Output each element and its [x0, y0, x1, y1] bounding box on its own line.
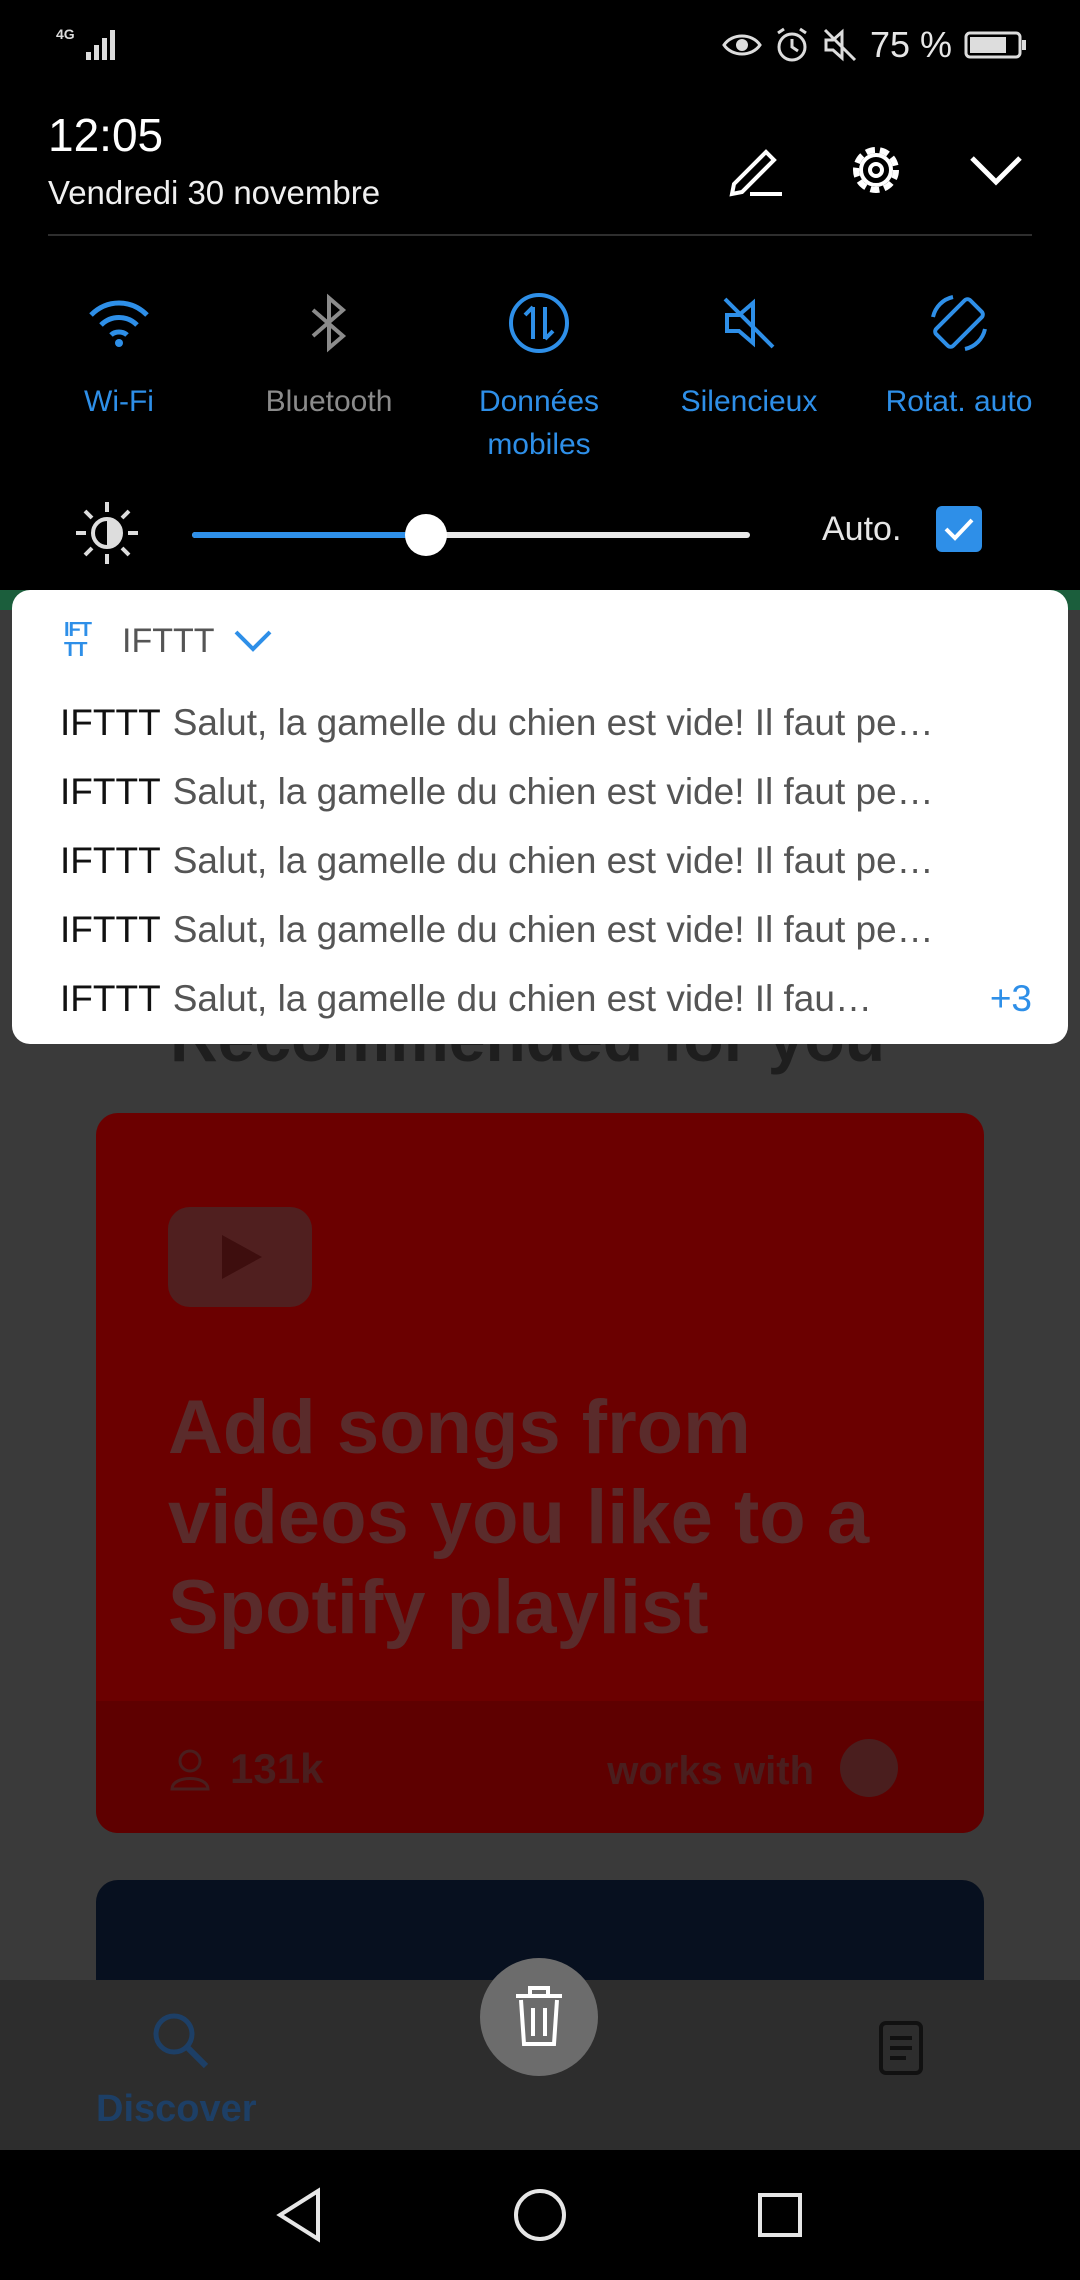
tile-wifi-label: Wi-Fi — [84, 385, 154, 418]
alarm-icon — [777, 27, 807, 62]
applet-footer: 131k works with — [96, 1701, 984, 1833]
home-circle-icon — [514, 2189, 566, 2241]
quick-settings-panel: 12:05 Vendredi 30 novembre Wi-Fi Bluetoo… — [0, 90, 1080, 590]
works-with-label: works with — [607, 1749, 814, 1793]
brightness-icon — [76, 502, 138, 564]
expand-chevron-icon[interactable] — [233, 628, 273, 654]
notification-line[interactable]: IFTTT Salut, la gamelle du chien est vide… — [60, 964, 1032, 1033]
tile-bluetooth[interactable]: Bluetooth — [224, 278, 434, 423]
date: Vendredi 30 novembre — [48, 174, 381, 211]
check-icon — [944, 518, 974, 541]
search-icon[interactable] — [150, 2010, 210, 2070]
quick-tiles: Wi-Fi Bluetooth Données mobiles Silencie… — [0, 278, 1080, 461]
brightness-fill — [192, 532, 427, 538]
trash-icon — [516, 1986, 562, 2046]
status-bar: 4G 75 % — [0, 0, 1080, 90]
header-divider — [48, 234, 1032, 236]
tile-mobile-data-label: Données mobiles — [478, 385, 600, 461]
clear-notifications-button[interactable] — [480, 1958, 598, 2076]
clock: 12:05 — [48, 109, 164, 161]
auto-brightness-checkbox[interactable] — [936, 506, 982, 552]
applet-title: Add songs from videos you like to a Spot… — [168, 1385, 870, 1650]
notification-header[interactable]: IFT TT IFTTT — [64, 620, 273, 662]
notification-app-name: IFTTT — [122, 621, 215, 660]
bluetooth-icon — [311, 293, 347, 353]
notification-sender: IFTTT — [60, 701, 161, 743]
user-icon — [170, 1749, 210, 1791]
notification-lines: IFTTT Salut, la gamelle du chien est vide… — [60, 688, 1032, 1033]
battery-percent: 75 % — [869, 24, 952, 65]
spotify-icon — [840, 1739, 898, 1797]
auto-rotate-icon — [931, 295, 987, 351]
network-type-label: 4G — [56, 26, 75, 42]
recents-button[interactable] — [747, 2182, 813, 2248]
silent-icon — [723, 297, 775, 349]
home-button[interactable] — [507, 2182, 573, 2248]
network-indicator: 4G — [56, 26, 118, 67]
notification-line[interactable]: IFTTT Salut, la gamelle du chien est vide… — [60, 757, 1032, 826]
notification-line[interactable]: IFTTT Salut, la gamelle du chien est vide… — [60, 895, 1032, 964]
wifi-icon — [89, 300, 149, 347]
ifttt-notification[interactable]: IFT TT IFTTT IFTTT Salut, la gamelle du ch… — [12, 590, 1068, 1044]
notification-line[interactable]: IFTTT Salut, la gamelle du chien est vide… — [60, 826, 1032, 895]
notification-text: Salut, la gamelle du chien est vide! Il … — [172, 908, 934, 950]
notification-text: Salut, la gamelle du chien est vide! Il … — [172, 977, 872, 1019]
recents-square-icon — [758, 2193, 802, 2237]
collapse-button[interactable] — [956, 130, 1036, 210]
edit-button[interactable] — [716, 130, 796, 210]
battery-icon — [964, 31, 1026, 59]
brightness-row: Auto. — [0, 490, 1080, 580]
tile-bluetooth-label: Bluetooth — [265, 385, 393, 418]
brightness-slider[interactable] — [192, 532, 750, 538]
back-triangle-icon — [276, 2187, 320, 2243]
eye-comfort-icon — [722, 34, 762, 56]
mobile-data-icon — [509, 293, 569, 353]
more-count-badge[interactable]: +3 — [990, 978, 1032, 1020]
user-count-value: 131k — [230, 1745, 324, 1792]
notification-text: Salut, la gamelle du chien est vide! Il … — [172, 839, 934, 881]
mute-icon — [823, 28, 856, 62]
notification-sender: IFTTT — [60, 977, 161, 1019]
notification-text: Salut, la gamelle du chien est vide! Il … — [172, 770, 934, 812]
notification-sender: IFTTT — [60, 770, 161, 812]
youtube-icon — [168, 1207, 312, 1307]
tile-mobile-data[interactable]: Données mobiles — [434, 278, 644, 466]
system-nav-bar — [0, 2150, 1080, 2280]
settings-gear-icon — [853, 147, 899, 193]
edit-icon — [729, 149, 782, 197]
notification-sender: IFTTT — [60, 908, 161, 950]
notification-text: Salut, la gamelle du chien est vide! Il … — [172, 701, 934, 743]
collapse-chevron-icon — [970, 156, 1022, 186]
tile-silent-label: Silencieux — [680, 385, 818, 418]
tile-wifi[interactable]: Wi-Fi — [14, 278, 224, 423]
tile-auto-rotate[interactable]: Rotat. auto — [854, 278, 1064, 423]
back-button[interactable] — [266, 2182, 332, 2248]
tile-silent[interactable]: Silencieux — [644, 278, 854, 423]
tile-auto-rotate-label: Rotat. auto — [885, 385, 1033, 418]
user-count: 131k — [168, 1745, 323, 1793]
brightness-thumb[interactable] — [405, 514, 448, 556]
notification-line[interactable]: IFTTT Salut, la gamelle du chien est vide… — [60, 688, 1032, 757]
applet-card-spotify[interactable]: Add songs from videos you like to a Spot… — [96, 1113, 984, 1833]
settings-button[interactable] — [836, 130, 916, 210]
discover-tab[interactable]: Discover — [96, 2088, 257, 2131]
notification-sender: IFTTT — [60, 839, 161, 881]
auto-brightness-label: Auto. — [822, 510, 902, 548]
activity-icon[interactable] — [878, 2020, 924, 2076]
ifttt-logo-icon: IFT TT — [64, 619, 92, 661]
